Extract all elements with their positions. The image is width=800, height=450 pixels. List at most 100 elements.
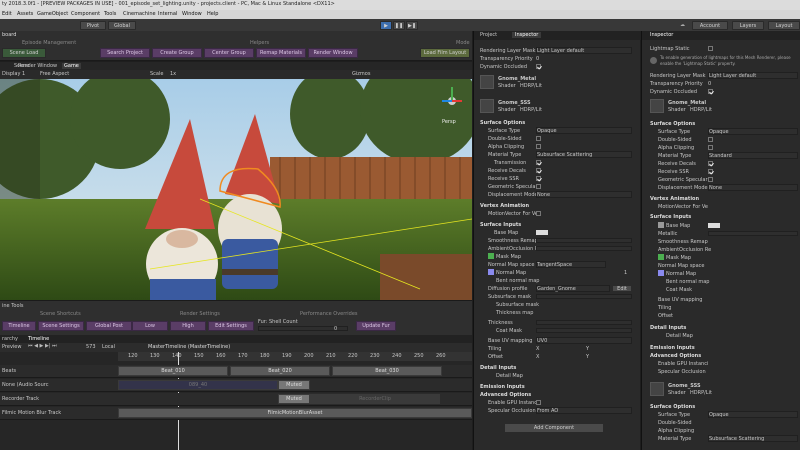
diffusion-profile-field[interactable]: Garden_Gnome [536, 285, 610, 292]
normal-space-dropdown[interactable]: TangentSpace [536, 261, 606, 268]
tab-timeline[interactable]: Timeline [28, 336, 49, 342]
surface-type-dropdown[interactable]: Opaque [708, 128, 798, 135]
tab-render-window[interactable]: Render Window [18, 63, 57, 69]
track-recorder[interactable]: Recorder Track Muted RecorderClip [0, 393, 472, 406]
material-type-dropdown[interactable]: Subsurface Scattering [536, 151, 632, 158]
detail-inputs-header[interactable]: Detail Inputs [650, 325, 686, 331]
rendering-layer-field[interactable]: Light Layer default [536, 47, 632, 54]
receive-decals-checkbox[interactable] [536, 168, 541, 173]
base-map-color[interactable] [536, 230, 548, 235]
remap-materials-button[interactable]: Remap Materials [256, 48, 306, 58]
low-button[interactable]: Low [132, 321, 168, 331]
pause-button[interactable]: ❚❚ [393, 21, 405, 30]
emission-inputs-header[interactable]: Emission Inputs [650, 345, 695, 351]
menu-internal[interactable]: Internal [158, 11, 177, 17]
board-tab[interactable]: board [2, 32, 16, 38]
search-project-button[interactable]: Search Project [100, 48, 150, 58]
preview-toggle[interactable]: Preview [2, 344, 21, 350]
menu-component[interactable]: Component [71, 11, 100, 17]
mask-map-thumb[interactable] [658, 254, 664, 260]
geometric-specular-checkbox[interactable] [536, 184, 541, 189]
normal-scale-value[interactable]: 1 [624, 270, 627, 276]
advanced-options-header[interactable]: Advanced Options [650, 353, 701, 359]
tab-game[interactable]: Game [62, 63, 81, 69]
tiling-x[interactable]: X [536, 346, 539, 352]
double-sided-checkbox[interactable] [536, 136, 541, 141]
global-post-button[interactable]: Global Post [86, 321, 132, 331]
timeline-clip[interactable]: Beat_010 [118, 366, 228, 376]
muted-clip[interactable]: Muted [278, 394, 310, 404]
smoothness-slider[interactable] [536, 238, 632, 243]
receive-ssr-checkbox[interactable] [708, 169, 713, 174]
detail-inputs-header[interactable]: Detail Inputs [480, 365, 516, 371]
shader-value[interactable]: HDRP/Lit [690, 107, 712, 113]
tab-project[interactable]: Project [480, 32, 497, 38]
tab-inspector-right[interactable]: Inspector [650, 32, 673, 38]
shader-value[interactable]: HDRP/Lit [520, 107, 542, 113]
playback-icons[interactable]: ⏮ ◀ ▶ ▶| ⏭ [28, 343, 57, 349]
timeline-clip[interactable]: Beat_020 [230, 366, 330, 376]
dynamic-occluded-checkbox[interactable] [708, 89, 713, 94]
menu-window[interactable]: Window [182, 11, 202, 17]
layers-dropdown[interactable]: Layers [732, 21, 764, 30]
normal-map-thumb[interactable] [658, 270, 664, 276]
metallic-slider[interactable] [708, 231, 798, 236]
transparency-priority-value[interactable]: 0 [536, 56, 539, 62]
ao-remap-slider[interactable] [536, 246, 632, 251]
muted-clip[interactable]: Muted [278, 380, 310, 390]
offset-x[interactable]: X [536, 354, 539, 360]
timeline-clip[interactable]: FilmicMotionBlurAsset [118, 408, 472, 418]
gpu-instancing-checkbox[interactable] [536, 400, 541, 405]
track-audio[interactable]: None (Audio Sourc 089_40 Muted [0, 379, 472, 392]
normal-map-thumb[interactable] [488, 269, 494, 275]
scene-viewport[interactable]: Persp [0, 79, 472, 300]
update-fur-button[interactable]: Update Fur [356, 321, 396, 331]
timeline-clip[interactable]: 089_40 [118, 380, 278, 390]
edit-diffusion-button[interactable]: Edit [612, 285, 632, 292]
timeline-button[interactable]: Timeline [2, 321, 36, 331]
alpha-clipping-checkbox[interactable] [536, 144, 541, 149]
account-dropdown[interactable]: Account [692, 21, 728, 30]
frame-counter[interactable]: 573 [86, 344, 96, 350]
specular-occlusion-dropdown[interactable]: From AO [536, 407, 632, 414]
menu-help[interactable]: Help [207, 11, 218, 17]
surface-inputs-header[interactable]: Surface Inputs [480, 222, 521, 228]
play-button[interactable]: ▶ [380, 21, 392, 30]
material-type-dropdown[interactable]: Standard [708, 152, 798, 159]
timeline-ruler[interactable]: MasterTimeline (MasterTimeline) 120 130 … [118, 344, 472, 361]
surface-type-dropdown[interactable]: Opaque [708, 411, 798, 418]
displacement-dropdown[interactable]: None [708, 184, 798, 191]
timeline-clip[interactable]: Beat_030 [332, 366, 442, 376]
motion-vector-checkbox[interactable] [536, 211, 541, 216]
surface-options-header[interactable]: Surface Options [480, 120, 525, 126]
vertex-animation-header[interactable]: Vertex Animation [650, 196, 699, 202]
timeline-clip[interactable]: RecorderClip [310, 394, 440, 404]
surface-options-header[interactable]: Surface Options [650, 121, 695, 127]
menu-cinemachine[interactable]: Cinemachine [123, 11, 156, 17]
scene-settings-button[interactable]: Scene Settings [38, 321, 84, 331]
lightmap-static-checkbox[interactable] [708, 46, 713, 51]
mask-map-thumb[interactable] [488, 253, 494, 259]
receive-ssr-checkbox[interactable] [536, 176, 541, 181]
scene-load-button[interactable]: Scene Load [2, 48, 46, 58]
transparency-priority-value[interactable]: 0 [708, 81, 711, 87]
menu-edit[interactable]: Edit [2, 11, 12, 17]
track-motion-blur[interactable]: Filmic Motion Blur Track FilmicMotionBlu… [0, 407, 472, 420]
receive-decals-checkbox[interactable] [708, 161, 713, 166]
menu-tools[interactable]: Tools [104, 11, 116, 17]
gizmos-dropdown[interactable]: Gizmos [352, 71, 370, 77]
global-button[interactable]: Global [108, 21, 136, 30]
base-map-color[interactable] [708, 223, 720, 228]
layout-dropdown[interactable]: Layout [768, 21, 800, 30]
render-window-button[interactable]: Render Window [308, 48, 358, 58]
transmission-checkbox[interactable] [536, 160, 541, 165]
coat-mask-slider[interactable] [536, 328, 632, 333]
aspect-dropdown[interactable]: Free Aspect [40, 71, 69, 77]
persp-label[interactable]: Persp [442, 119, 456, 125]
surface-type-dropdown[interactable]: Opaque [536, 127, 632, 134]
track-beats[interactable]: Beats Beat_010 Beat_020 Beat_030 [0, 365, 472, 378]
thickness-slider[interactable] [536, 320, 632, 325]
tab-inspector[interactable]: Inspector [512, 32, 542, 38]
shader-value[interactable]: HDRP/Lit [690, 390, 712, 396]
step-button[interactable]: ▶❚ [406, 21, 418, 30]
